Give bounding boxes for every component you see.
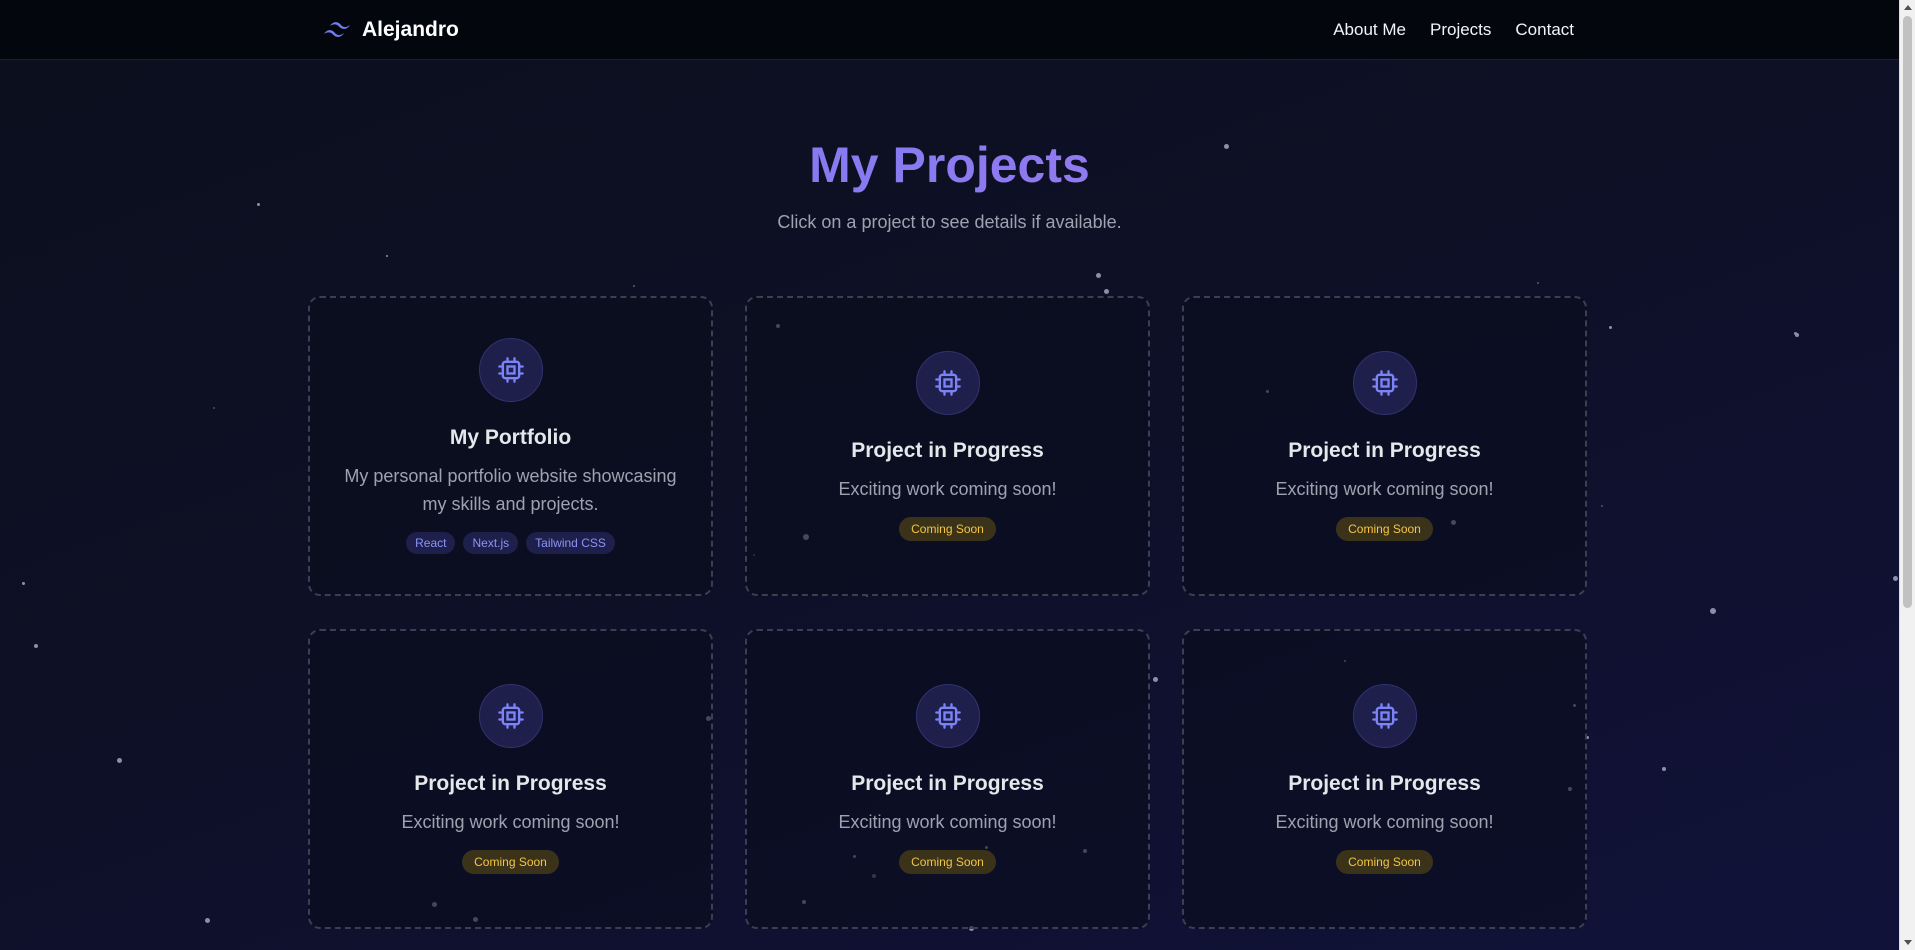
status-badge: Coming Soon xyxy=(899,850,996,874)
scroll-up-arrow-icon[interactable] xyxy=(1904,5,1912,10)
status-badge: Coming Soon xyxy=(1336,517,1433,541)
project-icon-circle xyxy=(478,684,543,748)
chip-icon xyxy=(1371,703,1398,729)
chip-icon xyxy=(497,703,524,729)
chip-icon xyxy=(934,370,961,396)
chip-icon xyxy=(934,703,961,729)
project-card-in-progress[interactable]: Project in Progress Exciting work coming… xyxy=(745,629,1150,929)
project-card-in-progress[interactable]: Project in Progress Exciting work coming… xyxy=(1182,629,1587,929)
project-icon-circle xyxy=(915,684,980,748)
project-icon-circle xyxy=(478,338,543,402)
project-card-in-progress[interactable]: Project in Progress Exciting work coming… xyxy=(745,296,1150,596)
project-card-portfolio[interactable]: My Portfolio My personal portfolio websi… xyxy=(308,296,713,596)
tailwind-wave-icon xyxy=(324,22,350,37)
project-description: Exciting work coming soon! xyxy=(838,479,1057,499)
page-title: My Projects xyxy=(0,128,1899,202)
project-description: Exciting work coming soon! xyxy=(1275,479,1494,499)
brand-link[interactable]: Alejandro xyxy=(322,18,459,42)
tag-nextjs: Next.js xyxy=(463,532,519,554)
scroll-down-arrow-icon[interactable] xyxy=(1904,940,1912,945)
vertical-scrollbar[interactable] xyxy=(1899,0,1915,950)
scrollbar-thumb[interactable] xyxy=(1903,16,1912,608)
project-title: My Portfolio xyxy=(449,426,572,449)
navbar-inner: Alejandro About Me Projects Contact xyxy=(322,0,1574,60)
tag-react: React xyxy=(406,532,456,554)
project-card-in-progress[interactable]: Project in Progress Exciting work coming… xyxy=(308,629,713,929)
project-icon-circle xyxy=(915,351,980,415)
status-badge: Coming Soon xyxy=(1336,850,1433,874)
project-title: Project in Progress xyxy=(851,439,1044,462)
project-description: Exciting work coming soon! xyxy=(838,812,1057,832)
projects-grid: My Portfolio My personal portfolio websi… xyxy=(308,296,1588,929)
tag-tailwind: Tailwind CSS xyxy=(526,532,615,554)
project-icon-circle xyxy=(1352,684,1417,748)
chip-icon xyxy=(1371,370,1398,396)
nav-link-contact[interactable]: Contact xyxy=(1515,20,1574,40)
status-badge: Coming Soon xyxy=(462,850,559,874)
project-title: Project in Progress xyxy=(851,772,1044,795)
status-badge: Coming Soon xyxy=(899,517,996,541)
page-subtitle: Click on a project to see details if ava… xyxy=(777,212,1122,232)
project-card-in-progress[interactable]: Project in Progress Exciting work coming… xyxy=(1182,296,1587,596)
chip-icon xyxy=(497,357,524,383)
nav-link-about[interactable]: About Me xyxy=(1333,20,1406,40)
nav-link-projects[interactable]: Projects xyxy=(1430,20,1491,40)
brand-name: Alejandro xyxy=(362,18,459,41)
project-title: Project in Progress xyxy=(1288,772,1481,795)
project-title: Project in Progress xyxy=(414,772,607,795)
project-title: Project in Progress xyxy=(1288,439,1481,462)
project-tags: React Next.js Tailwind CSS xyxy=(406,532,615,554)
navbar: Alejandro About Me Projects Contact xyxy=(0,0,1899,60)
project-description: Exciting work coming soon! xyxy=(1275,812,1494,832)
project-description: Exciting work coming soon! xyxy=(401,812,620,832)
projects-header: My Projects Click on a project to see de… xyxy=(0,128,1899,233)
project-icon-circle xyxy=(1352,351,1417,415)
project-description: My personal portfolio website showcasing… xyxy=(344,466,677,514)
nav-links: About Me Projects Contact xyxy=(1333,20,1574,40)
page: Alejandro About Me Projects Contact My P… xyxy=(0,0,1899,950)
